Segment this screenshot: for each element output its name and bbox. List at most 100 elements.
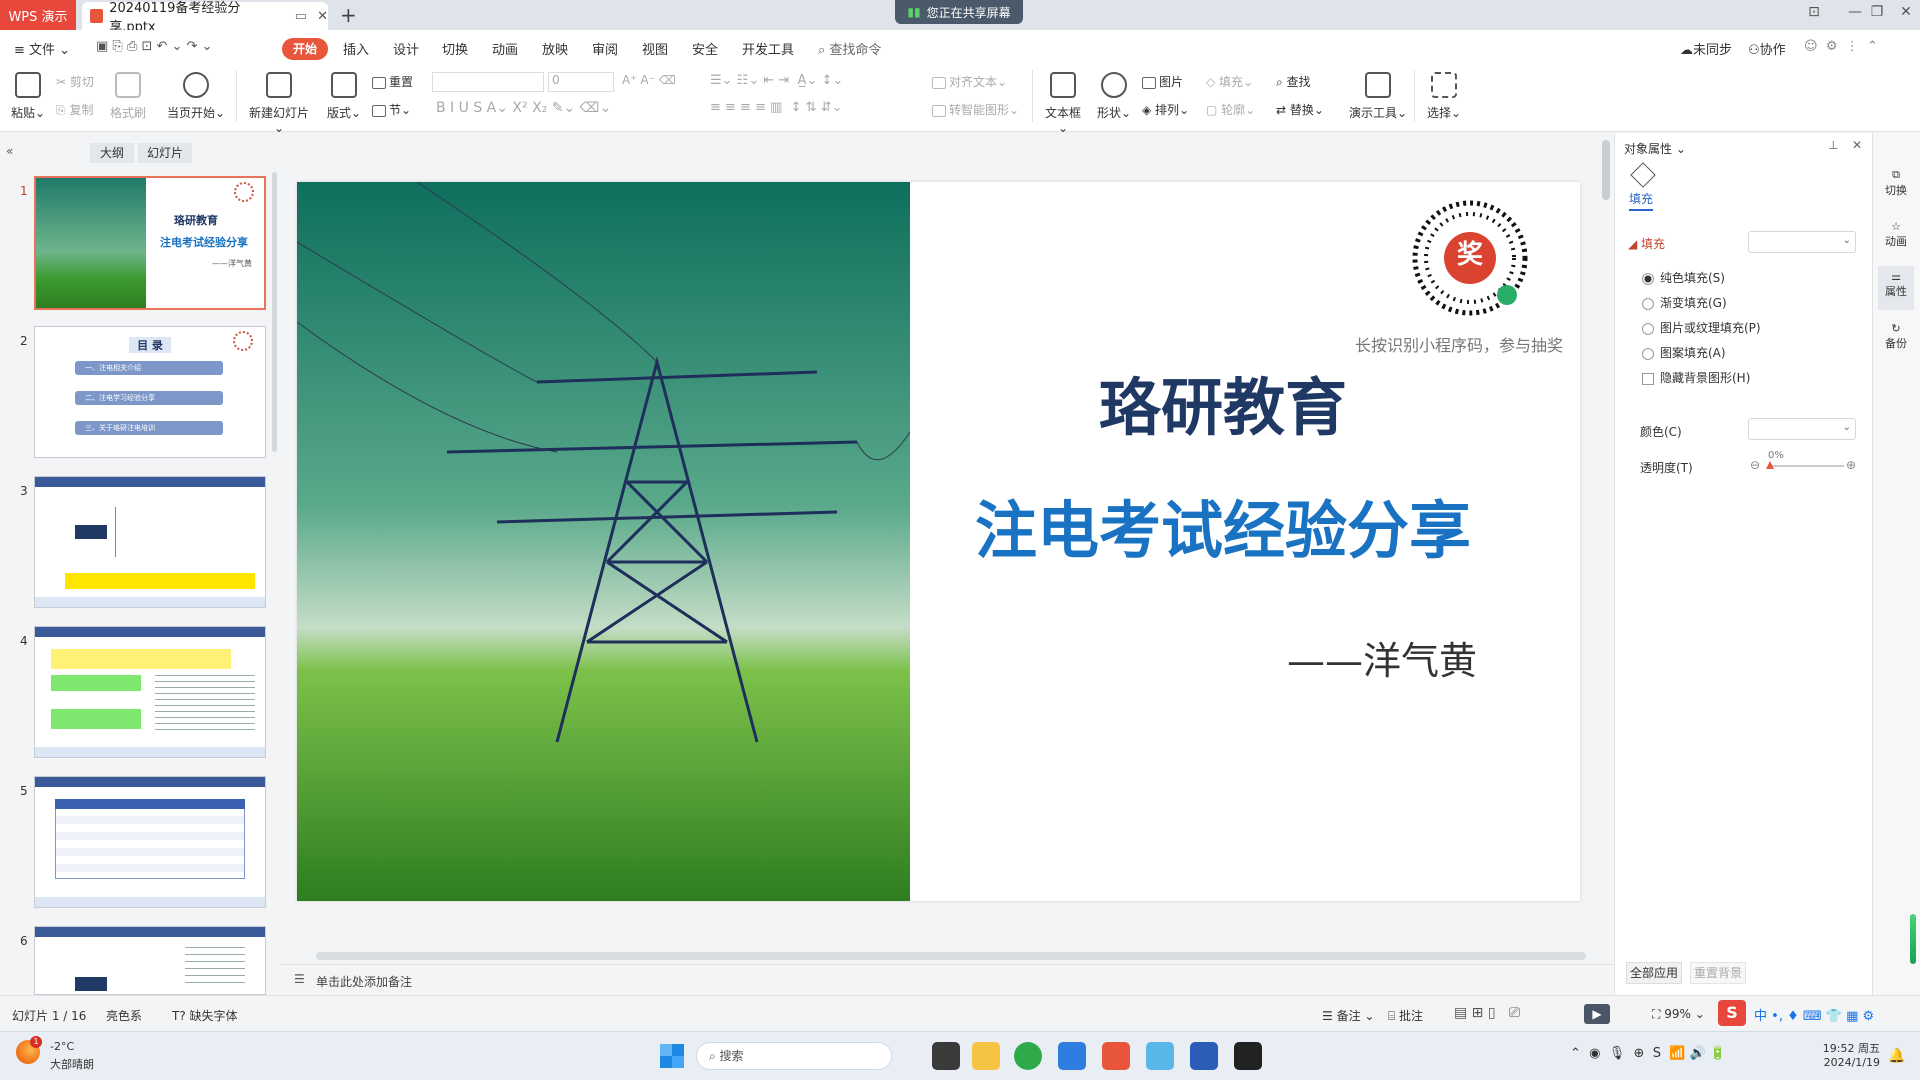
notes-placeholder[interactable]: 单击此处添加备注 bbox=[316, 973, 412, 990]
cut-button[interactable]: ✂ 剪切 bbox=[56, 73, 94, 90]
menu-view[interactable]: 视图 bbox=[642, 39, 668, 58]
pattern-fill-option[interactable]: 图案填充(A) bbox=[1642, 344, 1726, 361]
collab-button[interactable]: ⚇协作 bbox=[1748, 39, 1786, 58]
color-dropdown[interactable]: ⌄ bbox=[1748, 418, 1856, 440]
font-size-field[interactable]: 0 bbox=[548, 72, 614, 92]
close-window-icon[interactable]: ✕ bbox=[1895, 4, 1917, 26]
new-tab-button[interactable]: + bbox=[340, 3, 357, 27]
minimize-icon[interactable]: — bbox=[1844, 4, 1866, 26]
rail-animation[interactable]: ☆ 动画 bbox=[1878, 220, 1914, 249]
menu-animation[interactable]: 动画 bbox=[492, 39, 518, 58]
menu-transition[interactable]: 切换 bbox=[442, 39, 468, 58]
smart-art-button[interactable]: 转智能图形⌄ bbox=[932, 101, 1019, 118]
section-button[interactable]: 节⌄ bbox=[372, 101, 411, 118]
layout-button[interactable]: 版式⌄ bbox=[324, 72, 364, 121]
gradient-fill-option[interactable]: 渐变填充(G) bbox=[1642, 294, 1727, 311]
slide-thumbnail-2[interactable]: 目 录 一、注电相关介绍 二、注电学习经验分享 三、关于珞研注电培训 bbox=[34, 326, 266, 458]
clock-date[interactable]: 2024/1/19 bbox=[1820, 1056, 1880, 1069]
paragraph-align-icons[interactable]: ≡ ≡ ≡ ≡ ▥ ↕ ⇅ ⇵⌄ bbox=[710, 100, 842, 115]
slide-thumbnail-4[interactable] bbox=[34, 626, 266, 758]
picture-fill-option[interactable]: 图片或纹理填充(P) bbox=[1642, 319, 1761, 336]
panel-header[interactable]: 对象属性 ⌄ bbox=[1624, 140, 1686, 157]
notes-toggle[interactable]: ☰ 备注 ⌄ bbox=[1322, 1007, 1374, 1024]
slide-thumbnail-1[interactable]: 珞研教育 注电考试经验分享 ——洋气黄 bbox=[34, 176, 266, 310]
missing-font-button[interactable]: T? 缺失字体 bbox=[172, 1007, 238, 1024]
unsync-button[interactable]: ☁未同步 bbox=[1680, 39, 1732, 58]
shape-button[interactable]: 形状⌄ bbox=[1094, 72, 1134, 121]
thumbnail-scrollbar[interactable] bbox=[272, 172, 277, 452]
tab-fill[interactable]: 填充 bbox=[1629, 190, 1654, 211]
paste-button[interactable]: 粘贴⌄ bbox=[10, 72, 46, 121]
transparency-slider[interactable] bbox=[1768, 465, 1844, 467]
zoom-control[interactable]: ⛶ 99% ⌄ bbox=[1652, 1007, 1705, 1022]
slide-author[interactable]: ——洋气黄 bbox=[1287, 630, 1477, 685]
canvas-horizontal-scrollbar[interactable] bbox=[316, 952, 1586, 960]
picture-button[interactable]: 图片 bbox=[1142, 73, 1183, 90]
slide-thumbnail-5[interactable] bbox=[34, 776, 266, 908]
slide-subtitle[interactable]: 注电考试经验分享 bbox=[947, 480, 1499, 570]
from-current-button[interactable]: 当页开始⌄ bbox=[166, 72, 226, 121]
presenter-tools-button[interactable]: 演示工具⌄ bbox=[1348, 72, 1408, 121]
file-explorer-icon[interactable] bbox=[972, 1042, 1000, 1070]
slide-thumbnail-6[interactable] bbox=[34, 926, 266, 995]
fill-type-dropdown[interactable]: ⌄ bbox=[1748, 231, 1856, 253]
increase-icon[interactable]: ⊕ bbox=[1846, 458, 1856, 472]
screen-share-notice[interactable]: ▮▮ 您正在共享屏幕 bbox=[895, 0, 1023, 24]
more-icons[interactable]: ☺ ⚙ ⋮ ⌃ bbox=[1804, 39, 1878, 54]
textbox-button[interactable]: 文本框⌄ bbox=[1040, 72, 1086, 135]
rail-backup[interactable]: ↻ 备份 bbox=[1878, 322, 1914, 351]
menu-slideshow[interactable]: 放映 bbox=[542, 39, 568, 58]
notes-pane[interactable] bbox=[280, 964, 1614, 995]
menu-insert[interactable]: 插入 bbox=[343, 39, 369, 58]
find-button[interactable]: ⌕ 查找 bbox=[1276, 73, 1311, 90]
font-style-icons[interactable]: B I U S A⌄ X² X₂ ✎⌄ ⌫⌄ bbox=[436, 100, 611, 116]
fill-section-header[interactable]: ◢ 填充 bbox=[1628, 235, 1665, 252]
menu-start[interactable]: 开始 bbox=[282, 38, 328, 60]
collapse-panel-icon[interactable]: « bbox=[6, 144, 13, 158]
notification-bell-icon[interactable]: 🔔 bbox=[1888, 1048, 1905, 1064]
menu-design[interactable]: 设计 bbox=[393, 39, 419, 58]
list-icons[interactable]: ☰⌄ ☷⌄ ⇤ ⇥ A̲⌄ ↕⌄ bbox=[710, 73, 843, 88]
tab-outline[interactable]: 大纲 bbox=[90, 143, 134, 163]
copy-button[interactable]: ⎘ 复制 bbox=[56, 101, 93, 118]
hide-bg-graphics-checkbox[interactable]: 隐藏背景图形(H) bbox=[1642, 369, 1750, 386]
sogou-ime-icon[interactable]: S bbox=[1718, 1000, 1746, 1026]
pin-panel-icon[interactable]: ⊥ bbox=[1828, 138, 1838, 152]
slide-canvas[interactable]: 奖 长按识别小程序码，参与抽奖 珞研教育 注电考试经验分享 ——洋气黄 bbox=[297, 182, 1580, 901]
browser-icon[interactable] bbox=[1014, 1042, 1042, 1070]
fill-button[interactable]: ◇ 填充⌄ bbox=[1206, 73, 1253, 90]
close-panel-icon[interactable]: ✕ bbox=[1852, 138, 1862, 152]
format-painter-button[interactable]: 格式刷 bbox=[110, 72, 146, 121]
task-view-icon[interactable] bbox=[932, 1042, 960, 1070]
rail-transition[interactable]: ⧉ 切换 bbox=[1878, 168, 1914, 198]
wps-app-tab[interactable]: WPS 演示 bbox=[0, 0, 76, 30]
font-grow-icons[interactable]: A⁺ A⁻ ⌫ bbox=[622, 73, 676, 87]
apply-all-button[interactable]: 全部应用 bbox=[1626, 962, 1682, 984]
outline-button[interactable]: ▢ 轮廓⌄ bbox=[1206, 101, 1255, 118]
restore-icon[interactable]: ❐ bbox=[1866, 4, 1888, 26]
quick-access-toolbar[interactable]: ▣ ⎘ ⎙ ⊡ ↶ ⌄ ↷ ⌄ bbox=[96, 39, 212, 54]
slide-thumbnail-3[interactable] bbox=[34, 476, 266, 608]
theme-name[interactable]: 亮色系 bbox=[106, 1007, 142, 1024]
comments-toggle[interactable]: ⌸ 批注 bbox=[1388, 1007, 1423, 1024]
reset-button[interactable]: 重置 bbox=[372, 73, 413, 90]
canvas-vertical-scrollbar[interactable] bbox=[1602, 140, 1610, 200]
replace-button[interactable]: ⇄ 替换⌄ bbox=[1276, 101, 1324, 118]
document-tab[interactable]: 20240119备考经验分享.pptx ▭ ✕ bbox=[82, 1, 328, 35]
select-button[interactable]: 选择⌄ bbox=[1424, 72, 1464, 121]
windows-start-icon[interactable] bbox=[660, 1044, 684, 1068]
view-mode-icons[interactable]: ▤ ⊞ ▯ ⎚ bbox=[1454, 1005, 1520, 1021]
layout-icon[interactable]: ⊡ bbox=[1803, 4, 1825, 26]
meeting-app-icon[interactable] bbox=[1058, 1042, 1086, 1070]
menu-developer[interactable]: 开发工具 bbox=[742, 39, 794, 58]
word-icon[interactable] bbox=[1190, 1042, 1218, 1070]
new-slide-button[interactable]: 新建幻灯片⌄ bbox=[244, 72, 314, 135]
wps-presentation-icon[interactable] bbox=[1102, 1042, 1130, 1070]
align-text-button[interactable]: 对齐文本⌄ bbox=[932, 73, 1007, 90]
font-name-field[interactable] bbox=[432, 72, 544, 92]
tab-slides[interactable]: 幻灯片 bbox=[138, 143, 192, 163]
reset-background-button[interactable]: 重置背景 bbox=[1690, 962, 1746, 984]
decrease-icon[interactable]: ⊖ bbox=[1750, 458, 1760, 472]
close-tab-icon[interactable]: ✕ bbox=[317, 9, 328, 24]
ime-toolbar[interactable]: 中 •, ♦ ⌨ 👕 ▦ ⚙ bbox=[1754, 1005, 1874, 1024]
